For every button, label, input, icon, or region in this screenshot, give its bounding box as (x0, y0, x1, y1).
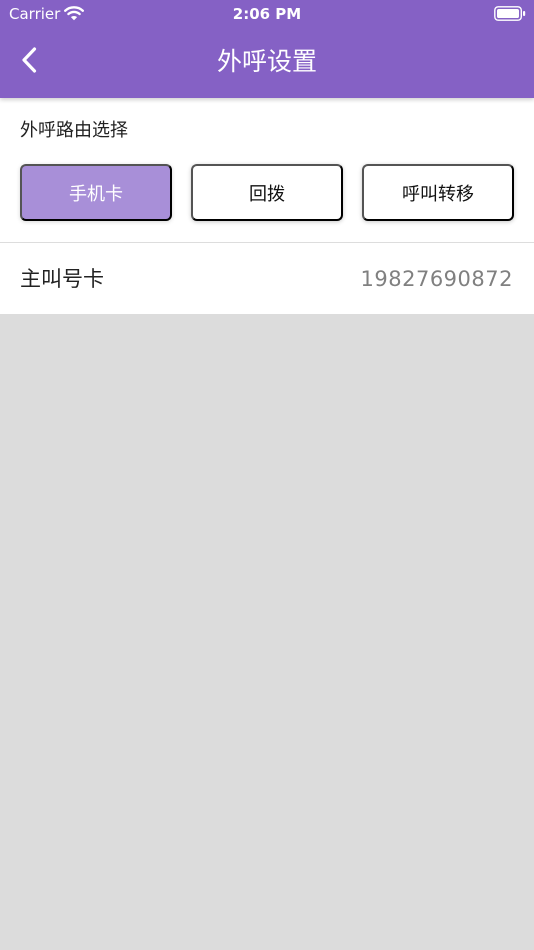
outbound-route-section: 外呼路由选择 手机卡 回拨 呼叫转移 (0, 98, 534, 243)
navigation-bar: 外呼设置 (0, 28, 534, 98)
route-option-sim-card[interactable]: 手机卡 (20, 164, 172, 221)
main-caller-card-row[interactable]: 主叫号卡 19827690872 (0, 243, 534, 314)
battery-icon (494, 6, 526, 21)
phone-screen: Carrier 2:06 PM 外呼设置 外呼路由选择 手机卡 回拨 呼叫转移 … (0, 0, 534, 950)
page-title: 外呼设置 (216, 47, 317, 76)
main-caller-card-label: 主叫号卡 (20, 267, 104, 291)
route-option-callback[interactable]: 回拨 (191, 164, 343, 221)
main-caller-card-number: 19827690872 (360, 267, 513, 291)
header: Carrier 2:06 PM 外呼设置 (0, 0, 534, 98)
route-selection-label: 外呼路由选择 (20, 120, 128, 141)
status-bar: Carrier 2:06 PM (0, 0, 534, 28)
status-time: 2:06 PM (232, 5, 302, 23)
route-option-call-forwarding[interactable]: 呼叫转移 (362, 164, 514, 221)
